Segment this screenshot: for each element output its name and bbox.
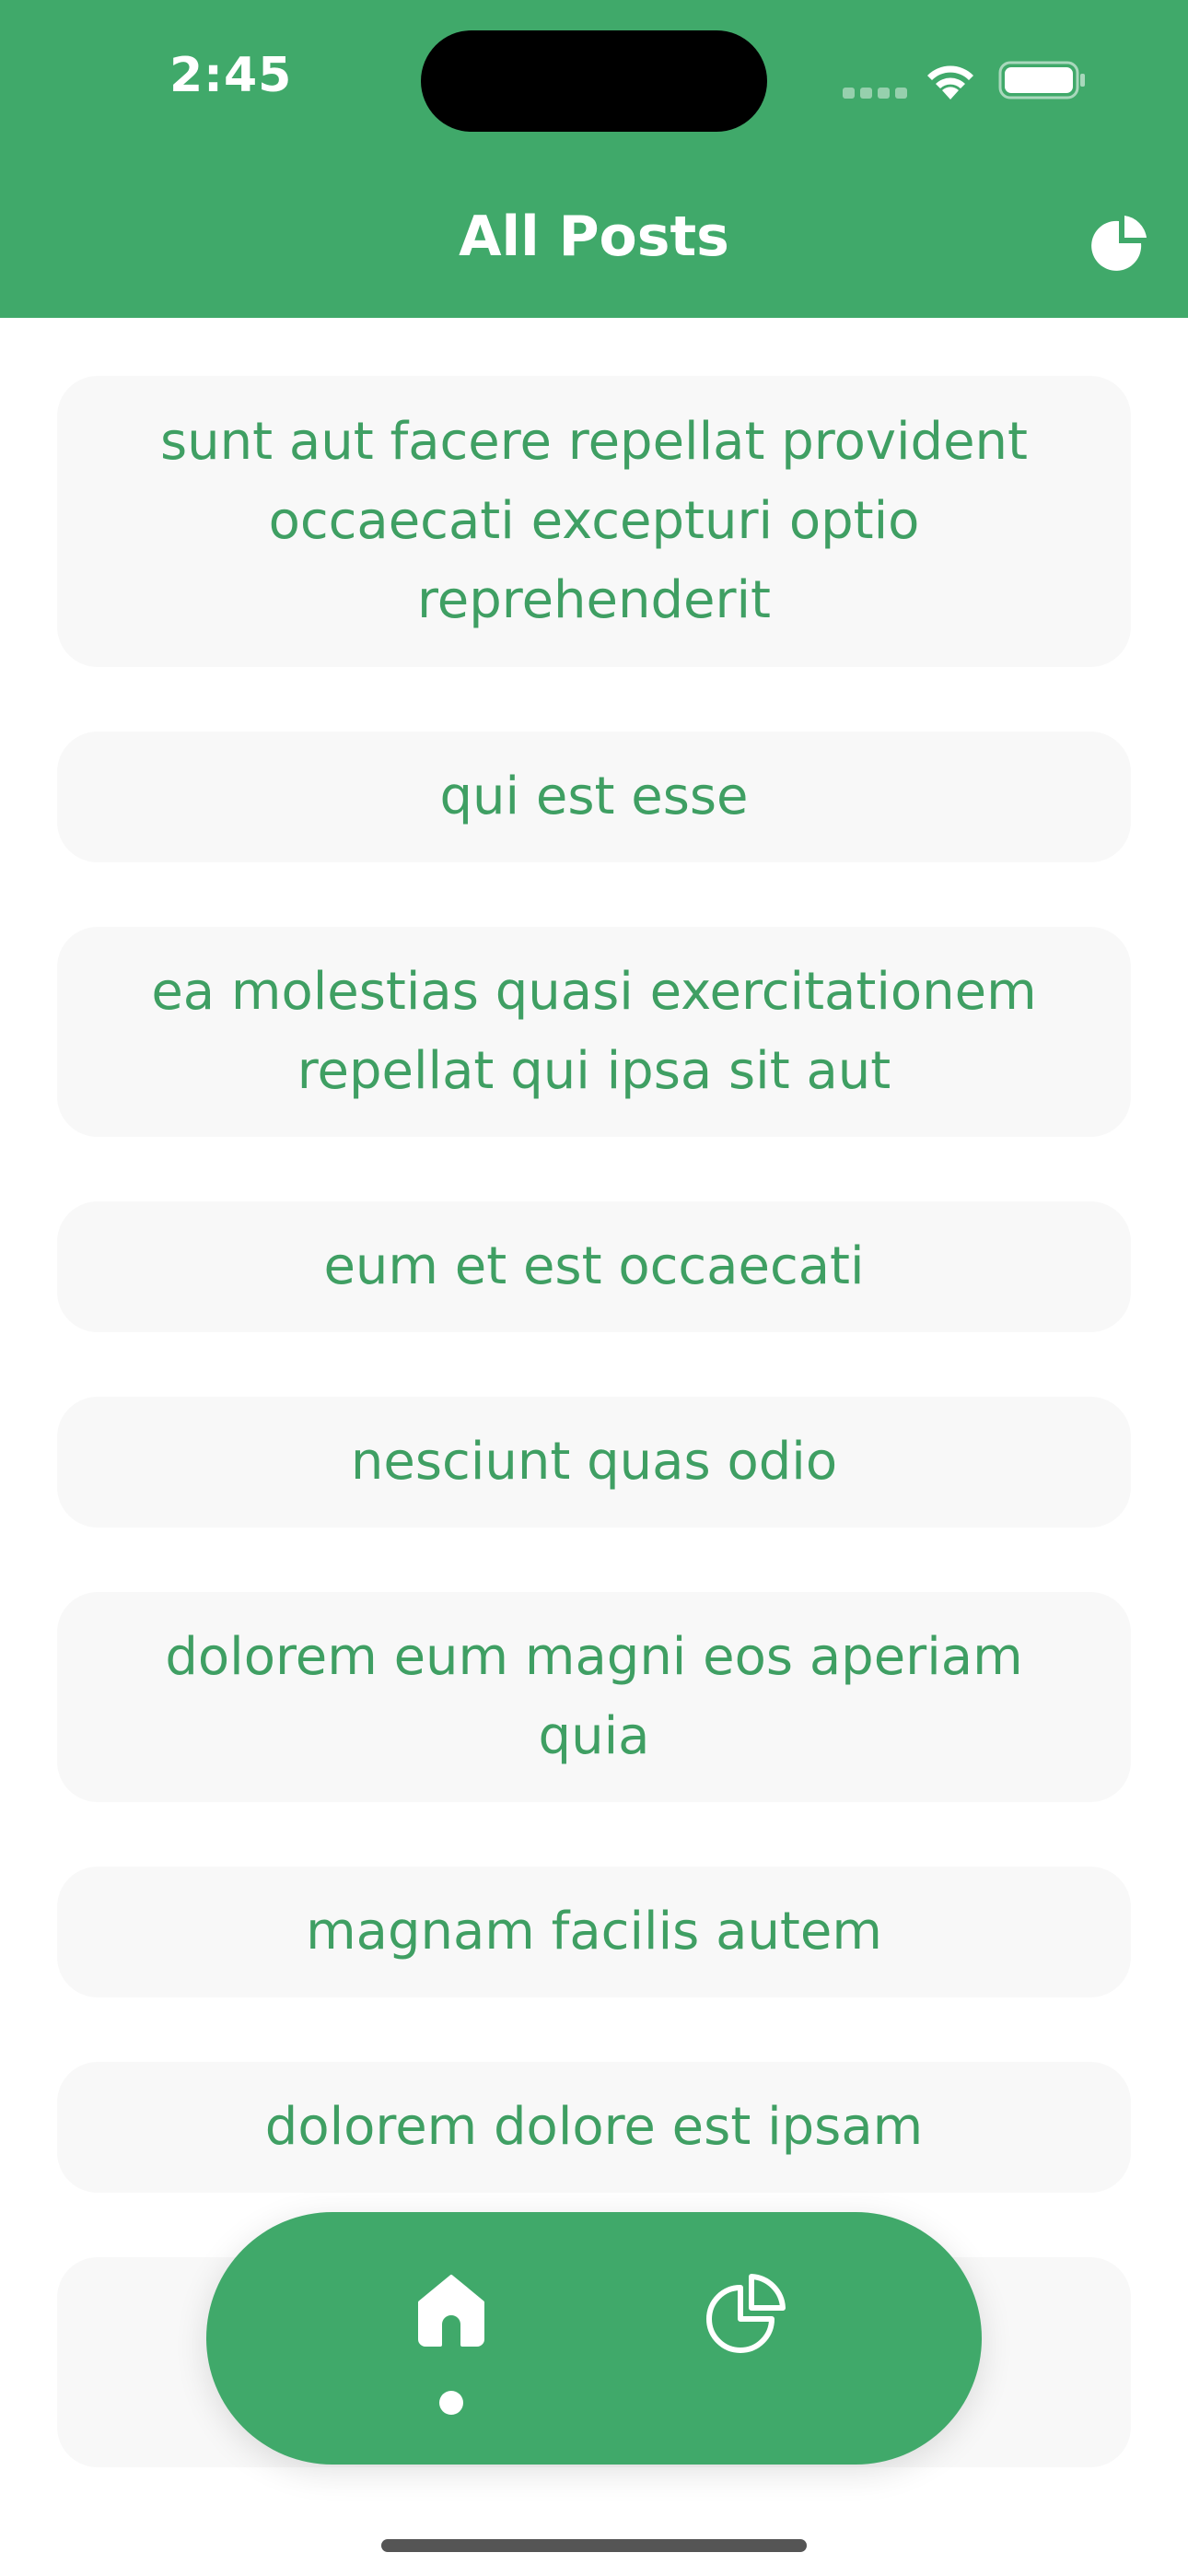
bottom-nav [206, 2212, 982, 2465]
post-card[interactable]: dolorem dolore est ipsam [57, 2062, 1131, 2193]
page-title: All Posts [459, 205, 729, 269]
app-header: 2:45 All Posts [0, 0, 1188, 318]
dynamic-island [421, 30, 767, 132]
status-time: 2:45 [169, 48, 293, 103]
wifi-icon [927, 65, 973, 100]
post-card[interactable]: nesciunt quas odio [57, 1397, 1131, 1528]
post-title: sunt aut facere repellat provident occae… [160, 412, 1028, 630]
active-indicator-dot [439, 2391, 463, 2415]
pie-chart-icon[interactable] [1089, 212, 1150, 273]
post-title: dolorem eum magni eos aperiam quia [165, 1627, 1023, 1766]
battery-icon [998, 61, 1085, 100]
home-indicator [381, 2539, 807, 2552]
cellular-signal-icon [843, 88, 907, 99]
nav-home-button[interactable] [405, 2273, 497, 2415]
posts-list: sunt aut facere repellat provident occae… [57, 376, 1131, 2532]
post-title: magnam facilis autem [306, 1902, 882, 1961]
post-title: nesciunt quas odio [350, 1432, 838, 1492]
post-card[interactable]: qui est esse [57, 732, 1131, 862]
post-card[interactable]: ea molestias quasi exercitationem repell… [57, 927, 1131, 1137]
post-title: dolorem dolore est ipsam [264, 2097, 924, 2157]
post-card[interactable]: sunt aut facere repellat provident occae… [57, 376, 1131, 667]
post-title: eum et est occaecati [323, 1236, 865, 1296]
pie-chart-icon[interactable] [704, 2267, 792, 2356]
post-title: ea molestias quasi exercitationem repell… [151, 962, 1037, 1101]
home-icon [418, 2275, 484, 2347]
post-title: qui est esse [439, 767, 749, 826]
post-card[interactable]: eum et est occaecati [57, 1201, 1131, 1332]
post-card[interactable]: magnam facilis autem [57, 1867, 1131, 1997]
post-card[interactable]: dolorem eum magni eos aperiam quia [57, 1592, 1131, 1802]
